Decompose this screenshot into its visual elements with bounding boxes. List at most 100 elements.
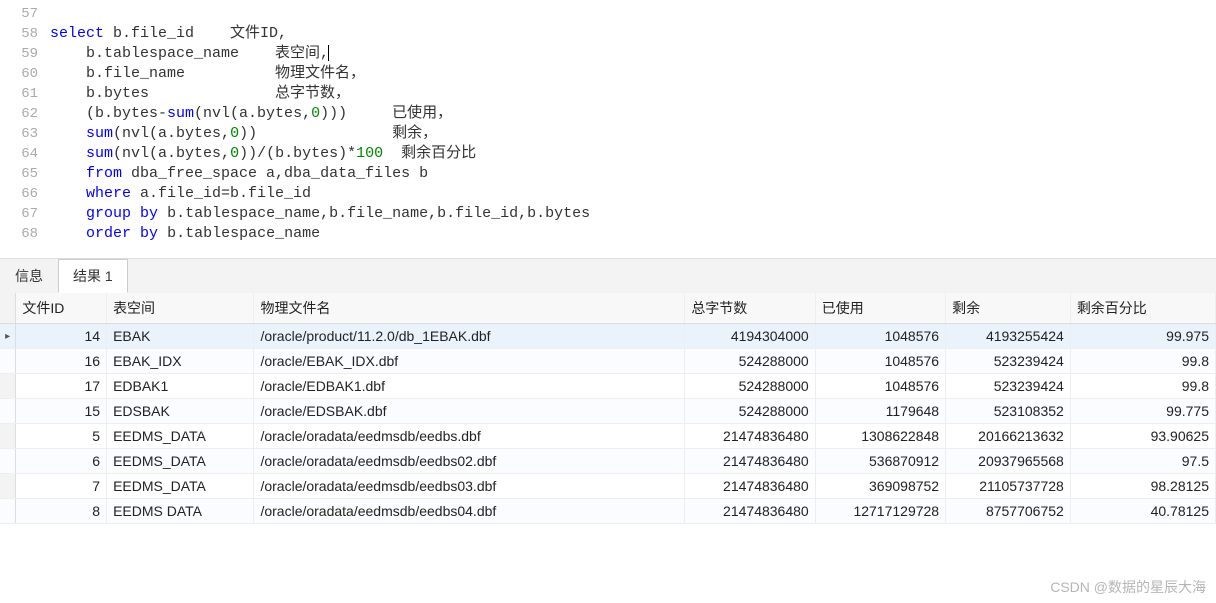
cell[interactable]: 21474836480	[685, 424, 815, 449]
cell[interactable]: 12717129728	[815, 499, 945, 524]
code-line[interactable]: 59 b.tablespace_name 表空间,	[0, 44, 1216, 64]
cell[interactable]: 99.8	[1070, 374, 1215, 399]
cell[interactable]: /oracle/oradata/eedmsdb/eedbs.dbf	[254, 424, 685, 449]
cell[interactable]: /oracle/EDBAK1.dbf	[254, 374, 685, 399]
cell[interactable]: EEDMS DATA	[107, 499, 254, 524]
cell[interactable]: 4193255424	[946, 324, 1071, 349]
code-line[interactable]: 64 sum(nvl(a.bytes,0))/(b.bytes)*100 剩余百…	[0, 144, 1216, 164]
code-text[interactable]: b.file_name 物理文件名，	[50, 64, 1216, 84]
cell[interactable]: 15	[16, 399, 107, 424]
cell[interactable]: 523108352	[946, 399, 1071, 424]
cell[interactable]: 524288000	[685, 399, 815, 424]
cell[interactable]: 14	[16, 324, 107, 349]
cell[interactable]: 5	[16, 424, 107, 449]
code-text[interactable]: sum(nvl(a.bytes,0)) 剩余，	[50, 124, 1216, 144]
cell[interactable]: 20937965568	[946, 449, 1071, 474]
cell[interactable]: 97.5	[1070, 449, 1215, 474]
cell[interactable]: 16	[16, 349, 107, 374]
cell[interactable]: 8757706752	[946, 499, 1071, 524]
cell[interactable]: /oracle/oradata/eedmsdb/eedbs02.dbf	[254, 449, 685, 474]
cell[interactable]: EDSBAK	[107, 399, 254, 424]
cell[interactable]: 4194304000	[685, 324, 815, 349]
cell[interactable]: 1308622848	[815, 424, 945, 449]
code-text[interactable]: group by b.tablespace_name,b.file_name,b…	[50, 204, 1216, 224]
cell[interactable]: 20166213632	[946, 424, 1071, 449]
column-header[interactable]: 表空间	[107, 293, 254, 324]
cell[interactable]: 524288000	[685, 349, 815, 374]
code-line[interactable]: 61 b.bytes 总字节数，	[0, 84, 1216, 104]
cell[interactable]: 1048576	[815, 349, 945, 374]
code-text[interactable]: (b.bytes-sum(nvl(a.bytes,0))) 已使用，	[50, 104, 1216, 124]
column-header[interactable]: 剩余	[946, 293, 1071, 324]
code-line[interactable]: 65 from dba_free_space a,dba_data_files …	[0, 164, 1216, 184]
cell[interactable]: 536870912	[815, 449, 945, 474]
cell[interactable]: EDBAK1	[107, 374, 254, 399]
cell[interactable]: /oracle/EBAK_IDX.dbf	[254, 349, 685, 374]
cell[interactable]: 21474836480	[685, 449, 815, 474]
code-line[interactable]: 60 b.file_name 物理文件名，	[0, 64, 1216, 84]
cell[interactable]: EBAK	[107, 324, 254, 349]
code-text[interactable]: from dba_free_space a,dba_data_files b	[50, 164, 1216, 184]
column-header[interactable]: 文件ID	[16, 293, 107, 324]
table-row[interactable]: 6EEDMS_DATA/oracle/oradata/eedmsdb/eedbs…	[0, 449, 1216, 474]
cell[interactable]: 98.28125	[1070, 474, 1215, 499]
code-text[interactable]: where a.file_id=b.file_id	[50, 184, 1216, 204]
cell[interactable]: 524288000	[685, 374, 815, 399]
code-line[interactable]: 68 order by b.tablespace_name	[0, 224, 1216, 244]
cell[interactable]: 1179648	[815, 399, 945, 424]
code-line[interactable]: 58select b.file_id 文件ID,	[0, 24, 1216, 44]
code-text[interactable]: select b.file_id 文件ID,	[50, 24, 1216, 44]
code-line[interactable]: 67 group by b.tablespace_name,b.file_nam…	[0, 204, 1216, 224]
table-row[interactable]: 17EDBAK1/oracle/EDBAK1.dbf52428800010485…	[0, 374, 1216, 399]
table-row[interactable]: ▸14EBAK/oracle/product/11.2.0/db_1EBAK.d…	[0, 324, 1216, 349]
column-header[interactable]: 已使用	[815, 293, 945, 324]
cell[interactable]: 21105737728	[946, 474, 1071, 499]
table-row[interactable]: 16EBAK_IDX/oracle/EBAK_IDX.dbf5242880001…	[0, 349, 1216, 374]
result-grid[interactable]: 文件ID表空间物理文件名总字节数已使用剩余剩余百分比 ▸14EBAK/oracl…	[0, 293, 1216, 524]
cell[interactable]: 7	[16, 474, 107, 499]
cell[interactable]: /oracle/oradata/eedmsdb/eedbs03.dbf	[254, 474, 685, 499]
cell[interactable]: 523239424	[946, 349, 1071, 374]
table-row[interactable]: 8EEDMS DATA/oracle/oradata/eedmsdb/eedbs…	[0, 499, 1216, 524]
column-header[interactable]: 总字节数	[685, 293, 815, 324]
cell[interactable]: 1048576	[815, 374, 945, 399]
cell[interactable]: 8	[16, 499, 107, 524]
cell[interactable]: /oracle/EDSBAK.dbf	[254, 399, 685, 424]
table-row[interactable]: 5EEDMS_DATA/oracle/oradata/eedmsdb/eedbs…	[0, 424, 1216, 449]
cell[interactable]: EEDMS_DATA	[107, 424, 254, 449]
code-line[interactable]: 66 where a.file_id=b.file_id	[0, 184, 1216, 204]
sql-editor[interactable]: 5758select b.file_id 文件ID,59 b.tablespac…	[0, 0, 1216, 244]
cell[interactable]: 21474836480	[685, 474, 815, 499]
cell[interactable]: 99.775	[1070, 399, 1215, 424]
cell[interactable]: 21474836480	[685, 499, 815, 524]
code-text[interactable]: order by b.tablespace_name	[50, 224, 1216, 244]
code-line[interactable]: 63 sum(nvl(a.bytes,0)) 剩余，	[0, 124, 1216, 144]
tab-result-1[interactable]: 结果 1	[58, 259, 128, 293]
cell[interactable]: EEDMS_DATA	[107, 449, 254, 474]
code-text[interactable]: b.tablespace_name 表空间,	[50, 44, 1216, 64]
code-text[interactable]	[50, 4, 1216, 24]
row-marker	[0, 474, 16, 499]
cell[interactable]: /oracle/oradata/eedmsdb/eedbs04.dbf	[254, 499, 685, 524]
cell[interactable]: /oracle/product/11.2.0/db_1EBAK.dbf	[254, 324, 685, 349]
cell[interactable]: 93.90625	[1070, 424, 1215, 449]
tab-info[interactable]: 信息	[0, 259, 58, 293]
table-row[interactable]: 15EDSBAK/oracle/EDSBAK.dbf52428800011796…	[0, 399, 1216, 424]
cell[interactable]: EEDMS_DATA	[107, 474, 254, 499]
code-line[interactable]: 57	[0, 4, 1216, 24]
cell[interactable]: EBAK_IDX	[107, 349, 254, 374]
code-line[interactable]: 62 (b.bytes-sum(nvl(a.bytes,0))) 已使用，	[0, 104, 1216, 124]
cell[interactable]: 523239424	[946, 374, 1071, 399]
cell[interactable]: 369098752	[815, 474, 945, 499]
table-row[interactable]: 7EEDMS_DATA/oracle/oradata/eedmsdb/eedbs…	[0, 474, 1216, 499]
cell[interactable]: 6	[16, 449, 107, 474]
code-text[interactable]: b.bytes 总字节数，	[50, 84, 1216, 104]
column-header[interactable]: 剩余百分比	[1070, 293, 1215, 324]
cell[interactable]: 17	[16, 374, 107, 399]
column-header[interactable]: 物理文件名	[254, 293, 685, 324]
cell[interactable]: 99.8	[1070, 349, 1215, 374]
cell[interactable]: 1048576	[815, 324, 945, 349]
code-text[interactable]: sum(nvl(a.bytes,0))/(b.bytes)*100 剩余百分比	[50, 144, 1216, 164]
cell[interactable]: 40.78125	[1070, 499, 1215, 524]
cell[interactable]: 99.975	[1070, 324, 1215, 349]
